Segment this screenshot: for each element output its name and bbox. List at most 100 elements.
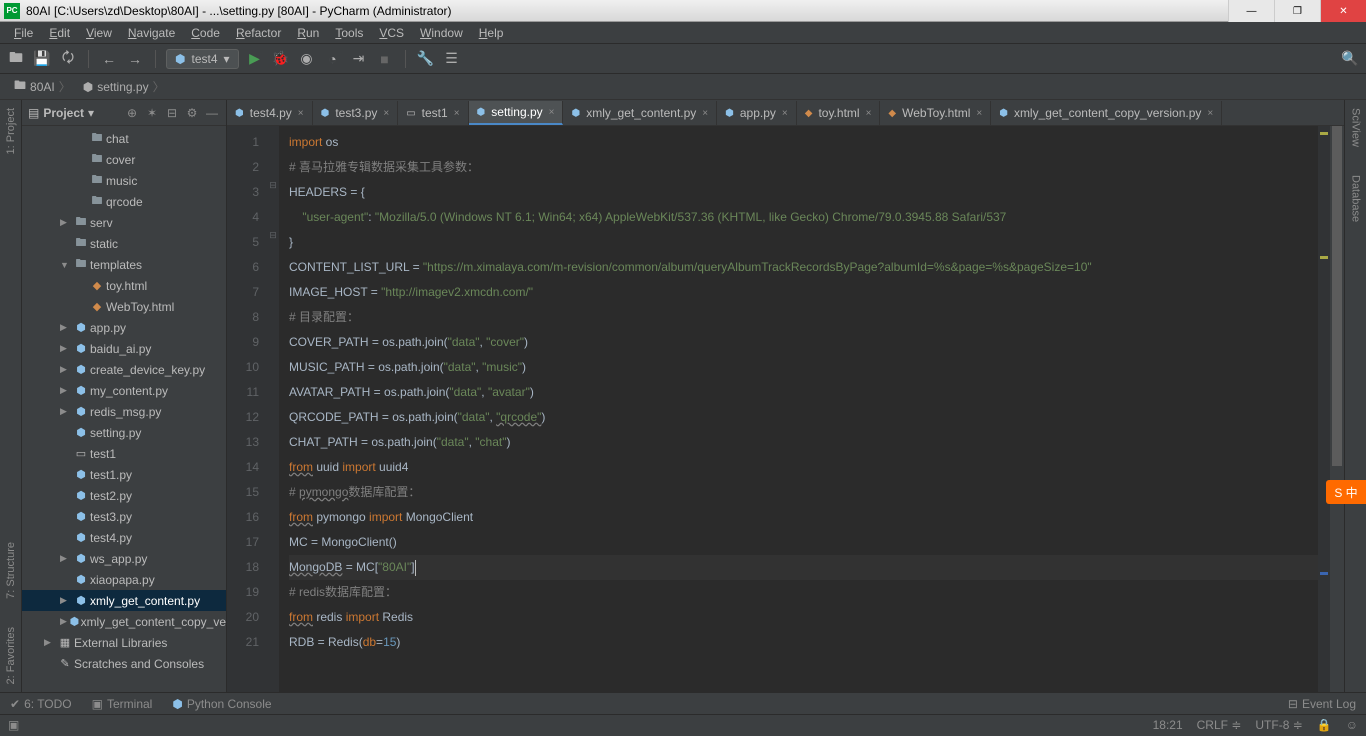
debug-icon[interactable]: 🐞: [271, 49, 291, 69]
menu-run[interactable]: Run: [289, 26, 327, 40]
menu-help[interactable]: Help: [471, 26, 512, 40]
project-structure-icon[interactable]: ☰: [442, 49, 462, 69]
menu-tools[interactable]: Tools: [327, 26, 371, 40]
settings-icon[interactable]: 🔧: [416, 49, 436, 69]
tree-item[interactable]: ⬢xiaopapa.py: [22, 569, 226, 590]
editor-tab[interactable]: ◆toy.html×: [797, 101, 881, 125]
maximize-button[interactable]: ❐: [1274, 0, 1320, 22]
menu-edit[interactable]: Edit: [41, 26, 78, 40]
tree-item[interactable]: ⬢setting.py: [22, 422, 226, 443]
hide-icon[interactable]: —: [204, 106, 220, 120]
tree-item[interactable]: ▶⬢baidu_ai.py: [22, 338, 226, 359]
stop-icon[interactable]: ■: [375, 49, 395, 69]
inspection-icon[interactable]: ☺: [1346, 718, 1358, 732]
sciview-tool-button[interactable]: SciView: [1350, 108, 1362, 147]
tree-item[interactable]: 🖿music: [22, 170, 226, 191]
search-everywhere-icon[interactable]: 🔍: [1340, 49, 1360, 69]
close-tab-icon[interactable]: ×: [454, 108, 460, 119]
tree-item[interactable]: ◆WebToy.html: [22, 296, 226, 317]
database-tool-button[interactable]: Database: [1350, 175, 1362, 222]
save-icon[interactable]: 💾: [32, 49, 52, 69]
tree-item[interactable]: 🖿chat: [22, 128, 226, 149]
expand-icon[interactable]: ✶: [144, 106, 160, 120]
editor-tab[interactable]: ⬢setting.py×: [469, 101, 564, 125]
close-button[interactable]: ✕: [1320, 0, 1366, 22]
locate-icon[interactable]: ⊕: [124, 106, 140, 120]
menu-code[interactable]: Code: [183, 26, 228, 40]
structure-tool-button[interactable]: 7: Structure: [5, 542, 17, 599]
caret-position[interactable]: 18:21: [1153, 718, 1183, 732]
tree-item[interactable]: ▶⬢my_content.py: [22, 380, 226, 401]
tree-item[interactable]: ◆toy.html: [22, 275, 226, 296]
close-tab-icon[interactable]: ×: [782, 108, 788, 119]
close-tab-icon[interactable]: ×: [976, 108, 982, 119]
minimize-button[interactable]: —: [1228, 0, 1274, 22]
marker-strip[interactable]: [1318, 126, 1330, 692]
python-console-tool-button[interactable]: ⬢Python Console: [172, 697, 271, 711]
favorites-tool-button[interactable]: 2: Favorites: [5, 627, 17, 684]
menu-window[interactable]: Window: [412, 26, 471, 40]
todo-tool-button[interactable]: ✔6: TODO: [10, 697, 72, 711]
tree-item[interactable]: ▶⬢ws_app.py: [22, 548, 226, 569]
close-tab-icon[interactable]: ×: [383, 108, 389, 119]
tree-item[interactable]: 🖿static: [22, 233, 226, 254]
menu-navigate[interactable]: Navigate: [120, 26, 183, 40]
ime-indicator[interactable]: S 中: [1326, 480, 1366, 504]
editor-tab[interactable]: ▭test1×: [398, 101, 468, 125]
editor-tab[interactable]: ⬢xmly_get_content_copy_version.py×: [991, 101, 1222, 125]
sync-icon[interactable]: 🗘: [58, 49, 78, 69]
tree-item[interactable]: ⬢test3.py: [22, 506, 226, 527]
fold-strip[interactable]: ⊟⊟: [267, 126, 279, 692]
editor-tab[interactable]: ⬢test4.py×: [227, 101, 313, 125]
forward-icon[interactable]: →: [125, 49, 145, 69]
tree-item[interactable]: ▶⬢xmly_get_content.py: [22, 590, 226, 611]
collapse-icon[interactable]: ⊟: [164, 106, 180, 120]
profile-icon[interactable]: ◔: [323, 49, 343, 69]
editor-tab[interactable]: ⬢test3.py×: [313, 101, 399, 125]
tree-item[interactable]: ▶🖿serv: [22, 212, 226, 233]
tool-window-toggle-icon[interactable]: ▣: [8, 718, 19, 732]
tree-item[interactable]: ▶⬢create_device_key.py: [22, 359, 226, 380]
tree-item[interactable]: ⬢test1.py: [22, 464, 226, 485]
vertical-scrollbar[interactable]: [1330, 126, 1344, 692]
line-separator[interactable]: CRLF ≑: [1197, 718, 1242, 732]
close-tab-icon[interactable]: ×: [1207, 108, 1213, 119]
tree-item[interactable]: ⬢test2.py: [22, 485, 226, 506]
close-tab-icon[interactable]: ×: [549, 107, 555, 118]
file-encoding[interactable]: UTF-8 ≑: [1255, 718, 1302, 732]
editor-tab[interactable]: ⬢app.py×: [717, 101, 797, 125]
breadcrumb-item[interactable]: 🖿80AI〉: [10, 76, 75, 97]
menu-vcs[interactable]: VCS: [371, 26, 412, 40]
editor-tab[interactable]: ⬢xmly_get_content.py×: [563, 101, 717, 125]
terminal-tool-button[interactable]: ▣Terminal: [92, 697, 153, 711]
line-number-gutter[interactable]: 123456789101112131415161718192021: [227, 126, 267, 692]
back-icon[interactable]: ←: [99, 49, 119, 69]
project-tree[interactable]: 🖿chat🖿cover🖿music🖿qrcode▶🖿serv🖿static▼🖿t…: [22, 126, 226, 692]
project-tool-button[interactable]: 1: Project: [5, 108, 17, 154]
tree-item[interactable]: ▶▦External Libraries: [22, 632, 226, 653]
menu-file[interactable]: File: [6, 26, 41, 40]
menu-view[interactable]: View: [78, 26, 120, 40]
breadcrumb-item[interactable]: ⬢setting.py〉: [79, 78, 169, 95]
dropdown-icon[interactable]: ▾: [88, 106, 94, 120]
editor-tab[interactable]: ◆WebToy.html×: [880, 101, 991, 125]
run-config-selector[interactable]: ⬢ test4 ▾: [166, 49, 239, 69]
run-icon[interactable]: ▶: [245, 49, 265, 69]
close-tab-icon[interactable]: ×: [298, 108, 304, 119]
tree-item[interactable]: ✎Scratches and Consoles: [22, 653, 226, 674]
menu-refactor[interactable]: Refactor: [228, 26, 289, 40]
open-icon[interactable]: 🖿: [6, 49, 26, 69]
close-tab-icon[interactable]: ×: [702, 108, 708, 119]
tree-item[interactable]: ▶⬢app.py: [22, 317, 226, 338]
tree-item[interactable]: ▶⬢xmly_get_content_copy_ve: [22, 611, 226, 632]
event-log-tool-button[interactable]: ⊟Event Log: [1288, 697, 1356, 711]
tree-item[interactable]: ▶⬢redis_msg.py: [22, 401, 226, 422]
readonly-icon[interactable]: 🔒: [1317, 718, 1332, 732]
tree-item[interactable]: 🖿cover: [22, 149, 226, 170]
tree-item[interactable]: ▭test1: [22, 443, 226, 464]
close-tab-icon[interactable]: ×: [866, 108, 872, 119]
gear-icon[interactable]: ⚙: [184, 106, 200, 120]
coverage-icon[interactable]: ◉: [297, 49, 317, 69]
code-editor[interactable]: import os# 喜马拉雅专辑数据采集工具参数：HEADERS = { "u…: [279, 126, 1318, 692]
tree-item[interactable]: 🖿qrcode: [22, 191, 226, 212]
